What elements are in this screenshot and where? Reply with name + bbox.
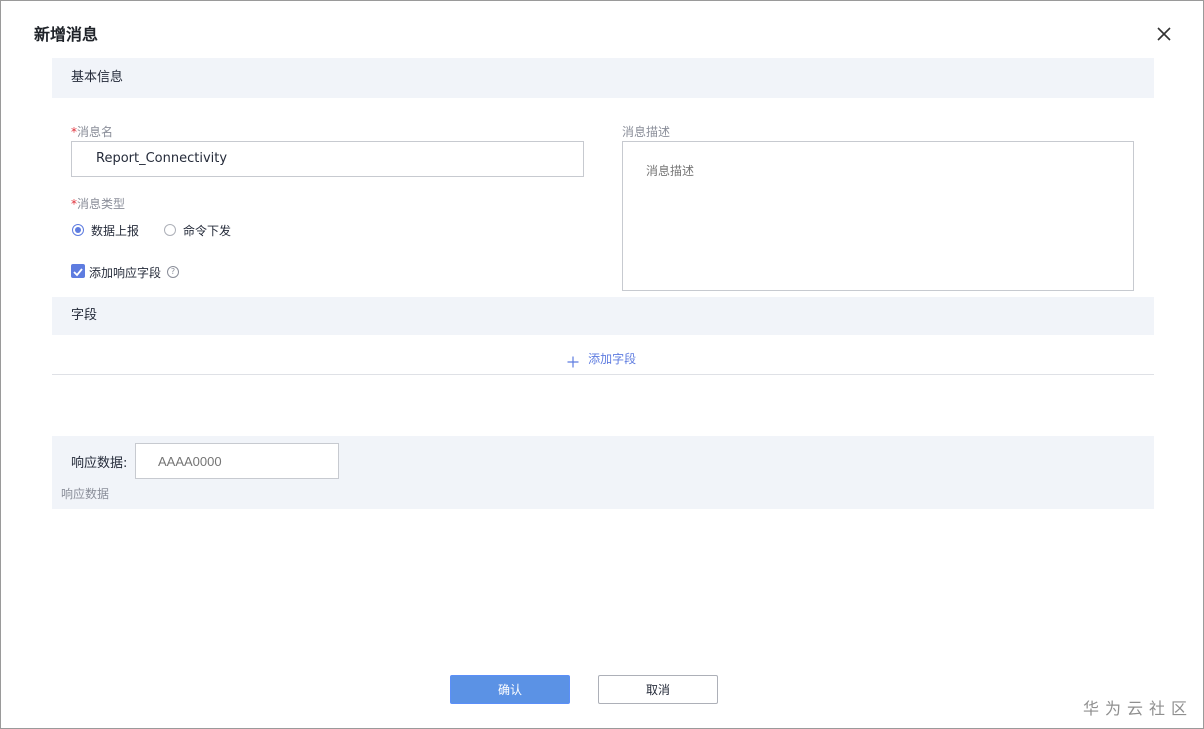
close-icon[interactable] [1155,25,1173,43]
basic-info-section-header: 基本信息 [52,58,1154,98]
cancel-button[interactable]: 取消 [598,675,718,704]
response-data-input[interactable] [135,443,339,479]
fields-title: 字段 [71,308,98,323]
fields-section-header: 字段 [52,297,1154,335]
confirm-button[interactable]: 确认 [450,675,570,704]
add-field-button[interactable]: 添加字段 [567,348,637,367]
basic-info-title: 基本信息 [71,70,124,85]
response-data-label: 响应数据: [71,456,128,471]
add-response-field-label: 添加响应字段 [89,266,162,280]
question-circle-icon[interactable]: ? [167,266,179,278]
watermark: 华为云社区 [1083,699,1194,718]
add-response-field-checkbox[interactable] [71,264,85,278]
message-name-input[interactable]: Report_Connectivity [71,141,584,177]
message-type-label: *消息类型 [71,197,126,211]
message-description-textarea[interactable] [622,141,1134,291]
message-description-label: 消息描述 [622,125,671,139]
response-data-hint: 响应数据 [61,487,110,501]
message-name-value: Report_Connectivity [96,151,228,166]
plus-icon [567,353,579,367]
radio-command-issue-label: 命令下发 [183,224,232,238]
check-icon [73,268,83,277]
message-name-label: *消息名 [71,125,114,139]
radio-data-report[interactable] [72,224,84,236]
add-message-dialog: 新增消息 基本信息 *消息名 Report_Connectivity *消息类型… [0,0,1204,729]
radio-data-report-label: 数据上报 [91,224,140,238]
add-field-label: 添加字段 [588,352,637,366]
dialog-title: 新增消息 [34,25,99,44]
radio-command-issue[interactable] [164,224,176,236]
divider [52,374,1154,375]
